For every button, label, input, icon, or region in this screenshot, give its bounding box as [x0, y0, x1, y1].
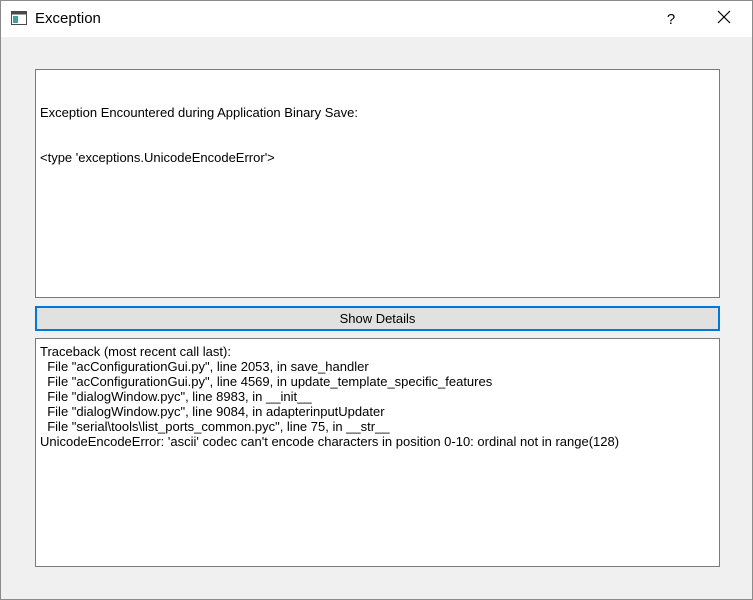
traceback-line: Traceback (most recent call last): [40, 344, 231, 359]
exception-message-box[interactable]: Exception Encountered during Application… [35, 69, 720, 298]
exception-dialog: Exception ? Exception Encountered during… [0, 0, 753, 600]
title-bar[interactable]: Exception ? [1, 1, 752, 37]
traceback-line: File "dialogWindow.pyc", line 8983, in _… [40, 389, 312, 404]
traceback-text-box[interactable]: Traceback (most recent call last): File … [35, 338, 720, 567]
close-icon [717, 10, 731, 29]
traceback-line: File "dialogWindow.pyc", line 9084, in a… [40, 404, 385, 419]
show-details-button[interactable]: Show Details [35, 306, 720, 331]
window-app-icon [11, 11, 27, 25]
message-line: Exception Encountered during Application… [40, 105, 358, 120]
message-line: <type 'exceptions.UnicodeEncodeError'> [40, 150, 275, 165]
help-button[interactable]: ? [651, 1, 691, 37]
traceback-line: File "acConfigurationGui.py", line 2053,… [40, 359, 369, 374]
traceback-line: File "serial\tools\list_ports_common.pyc… [40, 419, 390, 434]
close-button[interactable] [701, 1, 747, 37]
traceback-line: UnicodeEncodeError: 'ascii' codec can't … [40, 434, 620, 449]
traceback-line: File "acConfigurationGui.py", line 4569,… [40, 374, 493, 389]
window-title: Exception [35, 10, 101, 27]
